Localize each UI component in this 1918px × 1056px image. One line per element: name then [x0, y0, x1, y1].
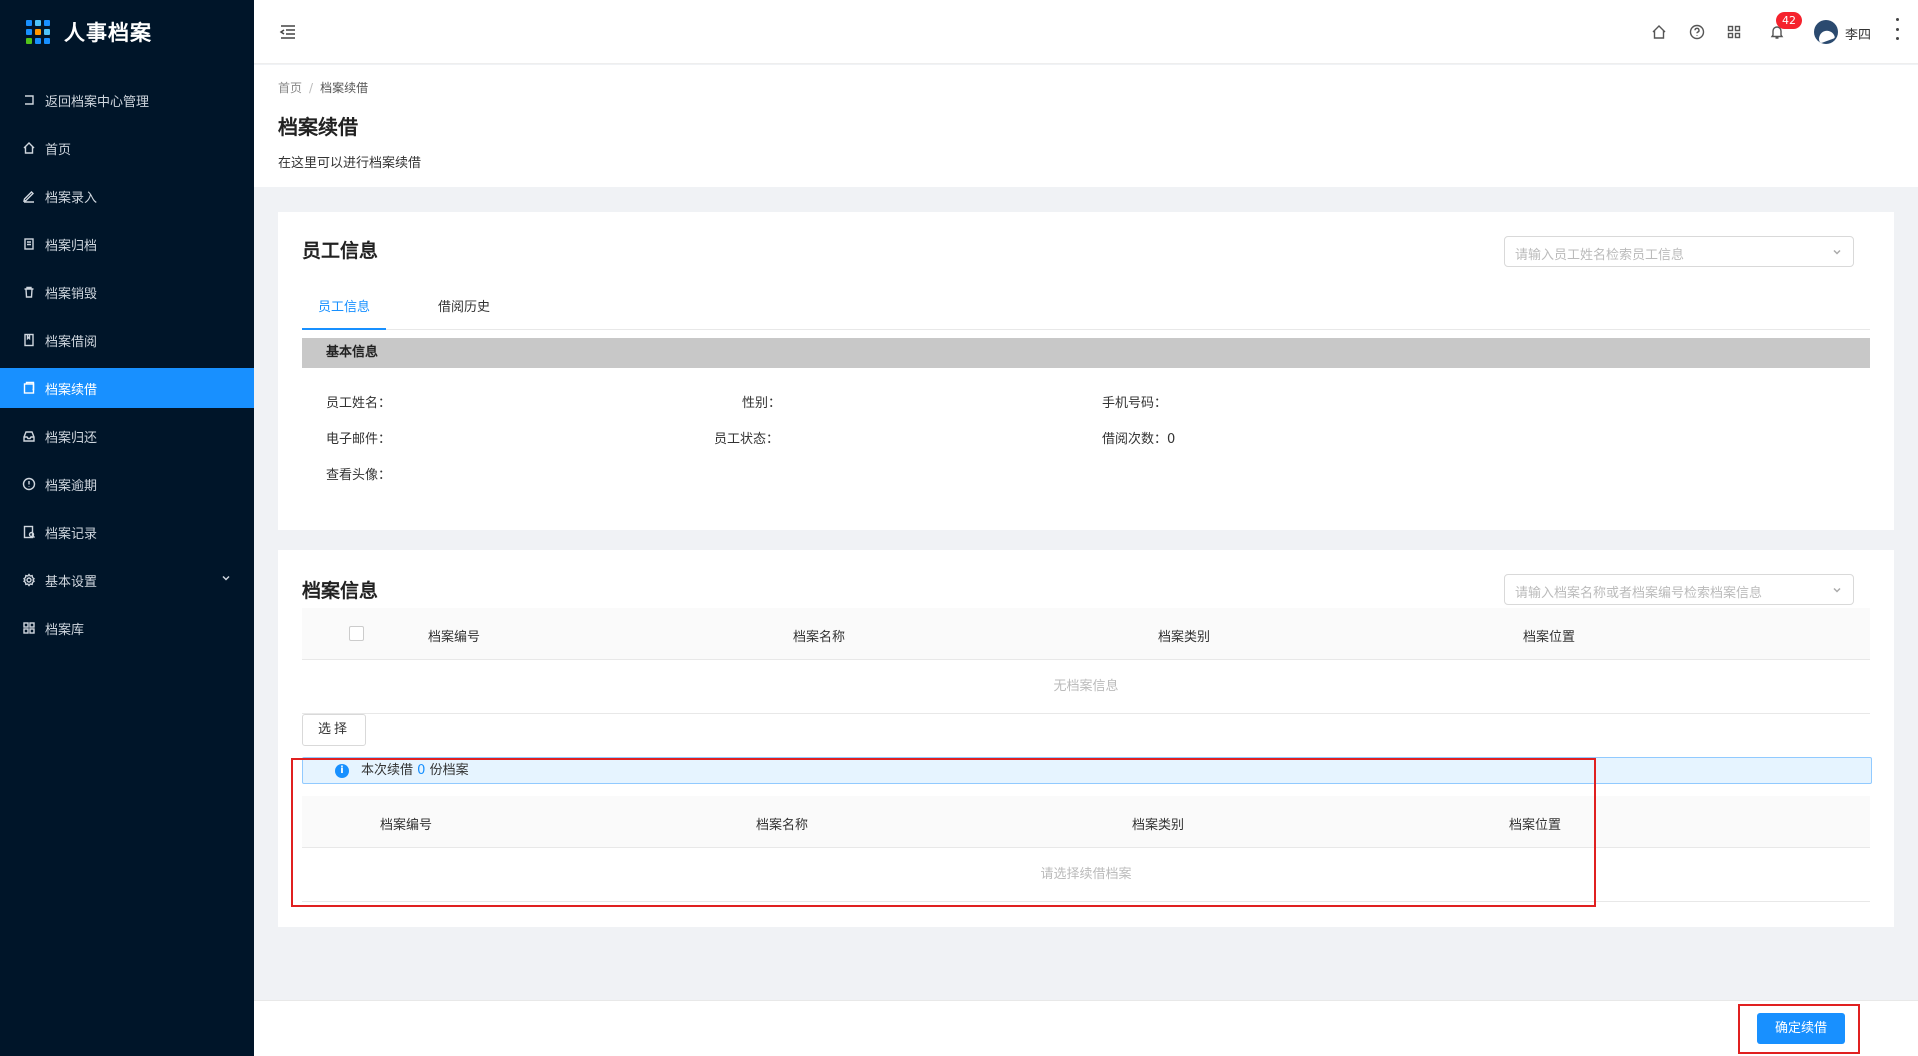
sidebar-item-label: 首页 [45, 142, 72, 158]
field-gender: 性别： [742, 396, 782, 411]
field-phone: 手机号码： [1102, 396, 1168, 411]
sidebar-item-label: 基本设置 [45, 574, 98, 590]
gear-icon [22, 573, 36, 587]
employee-tabs: 员工信息 借阅历史 [302, 286, 1870, 330]
app-grid-icon [26, 20, 50, 44]
column-header: 档案名称 [793, 630, 846, 645]
chevron-down-icon [1831, 246, 1843, 258]
sidebar-item-archive[interactable]: 档案归档 [0, 224, 254, 264]
sidebar-item-overdue[interactable]: 档案逾期 [0, 464, 254, 504]
sidebar-item-label: 档案借阅 [45, 334, 98, 350]
notification-badge: 42 [1776, 12, 1802, 29]
breadcrumb: 首页 / 档案续借 [278, 79, 1918, 96]
column-header: 档案类别 [1158, 630, 1211, 645]
sidebar-item-return-archive[interactable]: 档案归还 [0, 416, 254, 456]
field-borrow-count: 借阅次数：0 [1102, 432, 1176, 447]
highlight-box-confirm [1738, 1004, 1860, 1054]
page-description: 在这里可以进行档案续借 [278, 156, 422, 171]
sidebar: 人事档案 返回档案中心管理 首页 档案录入 档案归档 档案销毁 档案借阅 档案续… [0, 0, 254, 1056]
sidebar-item-label: 档案归档 [45, 238, 98, 254]
menu-fold-icon[interactable] [278, 22, 298, 42]
grid-icon [22, 621, 36, 635]
select-button[interactable]: 选择 [302, 714, 366, 746]
basic-info-header: 基本信息 [302, 338, 1870, 368]
archive-icon [22, 237, 36, 251]
select-all-checkbox[interactable] [349, 626, 364, 641]
sidebar-item-settings[interactable]: 基本设置 [0, 560, 254, 600]
sidebar-item-return[interactable]: 返回档案中心管理 [0, 80, 254, 120]
sidebar-item-library[interactable]: 档案库 [0, 608, 254, 648]
sidebar-item-renew[interactable]: 档案续借 [0, 368, 254, 408]
app-logo[interactable]: 人事档案 [0, 0, 254, 64]
sidebar-item-destroy[interactable]: 档案销毁 [0, 272, 254, 312]
breadcrumb-home[interactable]: 首页 [278, 81, 302, 95]
footer-bar: 确定续借 [254, 1000, 1918, 1056]
sidebar-item-home[interactable]: 首页 [0, 128, 254, 168]
sidebar-item-label: 档案逾期 [45, 478, 98, 494]
sidebar-item-label: 档案归还 [45, 430, 98, 446]
inbox-icon [22, 429, 36, 443]
page-title: 档案续借 [278, 115, 358, 139]
sidebar-item-entry[interactable]: 档案录入 [0, 176, 254, 216]
field-employee-name: 员工姓名： [326, 396, 392, 411]
employee-card-title: 员工信息 [302, 240, 379, 262]
highlight-box-selected-archives [291, 758, 1596, 907]
help-icon[interactable] [1689, 24, 1705, 40]
employee-info-card: 员工信息 请输入员工姓名检索员工信息 员工信息 借阅历史 基本信息 员工姓名： … [278, 212, 1894, 530]
sidebar-item-label: 档案销毁 [45, 286, 98, 302]
top-header: 42 李四 [254, 0, 1918, 64]
archive-card-title: 档案信息 [302, 580, 379, 602]
page-header: 首页 / 档案续借 档案续借 在这里可以进行档案续借 [254, 65, 1918, 187]
username[interactable]: 李四 [1845, 24, 1871, 43]
home-icon[interactable] [1651, 24, 1667, 40]
breadcrumb-separator: / [309, 81, 314, 95]
chevron-down-icon [1831, 584, 1843, 596]
sidebar-item-records[interactable]: 档案记录 [0, 512, 254, 552]
column-header: 档案编号 [428, 630, 481, 645]
archive-table-header: 档案编号 档案名称 档案类别 档案位置 [302, 608, 1870, 660]
warning-icon [22, 477, 36, 491]
sidebar-item-label: 返回档案中心管理 [45, 94, 150, 110]
book-icon [22, 333, 36, 347]
archive-search-placeholder: 请输入档案名称或者档案编号检索档案信息 [1515, 586, 1763, 601]
apps-icon[interactable] [1726, 24, 1742, 40]
sidebar-item-label: 档案续借 [45, 382, 98, 398]
sidebar-menu: 返回档案中心管理 首页 档案录入 档案归档 档案销毁 档案借阅 档案续借 档案归… [0, 80, 254, 648]
avatar[interactable] [1814, 20, 1838, 44]
chevron-down-icon [220, 572, 234, 586]
sidebar-item-label: 档案录入 [45, 190, 98, 206]
tab-borrow-history[interactable]: 借阅历史 [438, 286, 490, 330]
field-view-avatar[interactable]: 查看头像： [326, 464, 391, 483]
home-icon [22, 141, 36, 155]
column-header: 档案位置 [1523, 630, 1576, 645]
breadcrumb-current: 档案续借 [320, 81, 369, 95]
record-icon [22, 525, 36, 539]
more-vertical-icon[interactable] [1894, 18, 1900, 40]
archive-table-empty: 无档案信息 [302, 660, 1870, 714]
app-title: 人事档案 [64, 21, 152, 45]
return-icon [22, 93, 36, 107]
field-employee-status: 员工状态： [714, 432, 780, 447]
sidebar-item-label: 档案库 [45, 622, 85, 638]
employee-search-select[interactable]: 请输入员工姓名检索员工信息 [1504, 236, 1854, 267]
sidebar-item-label: 档案记录 [45, 526, 98, 542]
employee-search-placeholder: 请输入员工姓名检索员工信息 [1515, 248, 1685, 263]
sidebar-item-borrow[interactable]: 档案借阅 [0, 320, 254, 360]
tab-employee-info[interactable]: 员工信息 [302, 286, 387, 330]
renew-icon [22, 381, 36, 395]
trash-icon [22, 285, 36, 299]
field-email: 电子邮件： [326, 432, 392, 447]
edit-icon [22, 189, 36, 203]
archive-search-select[interactable]: 请输入档案名称或者档案编号检索档案信息 [1504, 574, 1854, 605]
